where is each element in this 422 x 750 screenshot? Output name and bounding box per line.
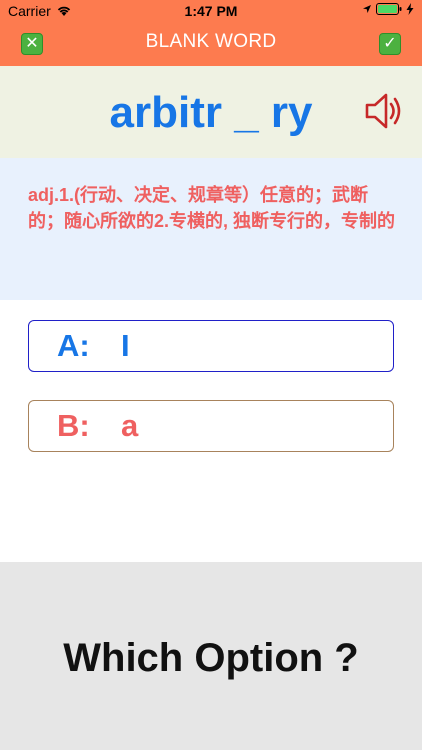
status-bar: Carrier 1:47 PM bbox=[0, 0, 422, 22]
header: Carrier 1:47 PM ✕ BLANK WORD ✓ bbox=[0, 0, 422, 66]
definition-panel: adj.1.(行动、决定、规章等）任意的；武断的；随心所欲的2.专横的, 独断专… bbox=[0, 158, 422, 300]
option-letter: B: bbox=[57, 408, 90, 443]
question-text: Which Option ? bbox=[63, 636, 359, 680]
check-mark-icon[interactable]: ✓ bbox=[379, 33, 401, 55]
option-value: a bbox=[121, 408, 139, 443]
question-panel: Which Option ? bbox=[0, 562, 422, 750]
speaker-icon[interactable] bbox=[364, 90, 408, 132]
charging-icon bbox=[406, 3, 414, 15]
page-title: BLANK WORD bbox=[145, 31, 277, 52]
word-panel: arbitr _ ry bbox=[0, 66, 422, 158]
option-b-button[interactable]: B: a bbox=[28, 400, 394, 452]
option-letter: A: bbox=[57, 328, 90, 363]
blank-word: arbitr _ ry bbox=[109, 88, 313, 137]
cross-mark-icon[interactable]: ✕ bbox=[21, 33, 43, 55]
battery-icon bbox=[376, 3, 402, 15]
definition-text: adj.1.(行动、决定、规章等）任意的；武断的；随心所欲的2.专横的, 独断专… bbox=[28, 185, 396, 231]
option-value: I bbox=[121, 328, 130, 363]
status-time: 1:47 PM bbox=[184, 3, 238, 19]
status-right bbox=[362, 3, 414, 15]
option-a-button[interactable]: A: I bbox=[28, 320, 394, 372]
location-icon bbox=[363, 5, 371, 13]
